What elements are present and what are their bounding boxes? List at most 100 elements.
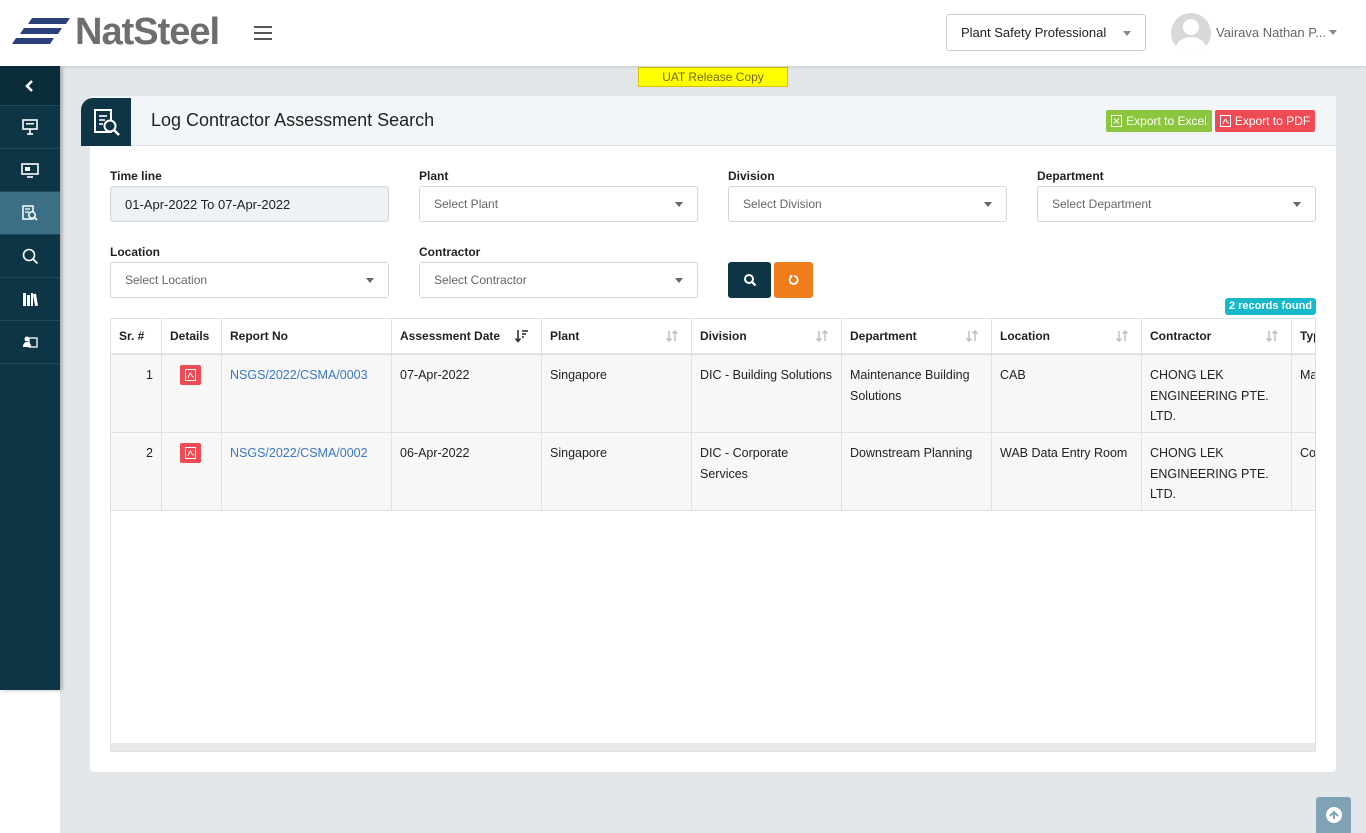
library-books-icon: [23, 293, 39, 307]
column-header-type[interactable]: Typ: [1292, 319, 1315, 353]
table-header-row: Sr. # Details Report No Assessment Date …: [111, 319, 1315, 355]
excel-file-icon: [1111, 115, 1123, 127]
page-icon: [81, 98, 131, 146]
export-pdf-button[interactable]: Export to PDF: [1215, 110, 1315, 132]
user-menu-chevron-icon[interactable]: [1329, 30, 1337, 35]
cell-details: [162, 355, 222, 432]
user-card-icon: [23, 336, 38, 348]
cell-division: DIC - Building Solutions: [692, 355, 842, 432]
column-header-department[interactable]: Department: [842, 319, 992, 353]
sidebar-bottom-blank: [0, 690, 60, 833]
pdf-download-button[interactable]: [180, 443, 201, 463]
division-label: Division: [728, 169, 775, 183]
top-header: NatSteel Plant Safety Professional Vaira…: [0, 0, 1366, 66]
pdf-file-icon: [1219, 115, 1231, 127]
page-title: Log Contractor Assessment Search: [151, 110, 435, 130]
cell-plant: Singapore: [542, 433, 692, 510]
contractor-select[interactable]: Select Contractor: [419, 262, 698, 298]
cell-location: CAB: [992, 355, 1142, 432]
pdf-download-button[interactable]: [180, 365, 201, 385]
chevron-down-icon: [984, 202, 992, 207]
plant-select[interactable]: Select Plant: [419, 186, 698, 222]
cell-department: Downstream Planning: [842, 433, 992, 510]
search-icon: [743, 274, 756, 287]
column-header-assessment-date[interactable]: Assessment Date: [392, 319, 542, 353]
search-card: Log Contractor Assessment Search Export …: [81, 96, 1336, 772]
location-label: Location: [110, 245, 160, 259]
report-link[interactable]: NSGS/2022/CSMA/0002: [230, 446, 368, 460]
natsteel-logo[interactable]: NatSteel: [12, 11, 232, 54]
location-select[interactable]: Select Location: [110, 262, 389, 298]
table-row: 2 NSGS/2022/CSMA/0002 06-Apr-2022 Singap…: [111, 433, 1315, 511]
table-row: 1 NSGS/2022/CSMA/0003 07-Apr-2022 Singap…: [111, 355, 1316, 433]
cell-division: DIC - Corporate Services: [692, 433, 842, 510]
sidebar-item-library[interactable]: [0, 278, 60, 321]
pdf-file-icon: [185, 447, 196, 459]
document-search-icon: [94, 109, 120, 136]
sidebar-item-log-search[interactable]: [0, 192, 60, 235]
search-icon: [22, 248, 39, 265]
department-select[interactable]: Select Department: [1037, 186, 1316, 222]
uat-release-banner: UAT Release Copy: [638, 67, 788, 87]
column-header-division[interactable]: Division: [692, 319, 842, 353]
column-header-location[interactable]: Location: [992, 319, 1142, 353]
search-button[interactable]: [728, 262, 771, 298]
presentation-board-icon: [22, 119, 38, 135]
export-pdf-label: Export to PDF: [1234, 114, 1311, 128]
role-select[interactable]: Plant Safety Professional: [946, 14, 1146, 51]
timeline-value: 01-Apr-2022 To 07-Apr-2022: [125, 197, 291, 212]
sort-icon[interactable]: [1115, 329, 1129, 343]
sidebar-collapse-button[interactable]: [0, 66, 60, 106]
horizontal-scrollbar[interactable]: [111, 743, 1315, 751]
export-excel-button[interactable]: Export to Excel: [1106, 110, 1212, 132]
user-name[interactable]: Vairava Nathan P...: [1216, 25, 1326, 40]
sort-icon[interactable]: [1265, 329, 1279, 343]
sidebar-item-profile[interactable]: [0, 321, 60, 364]
sort-icon[interactable]: [965, 329, 979, 343]
scroll-to-top-button[interactable]: [1316, 797, 1351, 833]
sidebar-item-dashboard[interactable]: [0, 149, 60, 192]
timeline-label: Time line: [110, 169, 162, 183]
plant-select-placeholder: Select Plant: [434, 197, 499, 211]
sidebar: [0, 66, 60, 690]
sort-icon[interactable]: [665, 329, 679, 343]
division-select-placeholder: Select Division: [743, 197, 822, 211]
department-label: Department: [1037, 169, 1104, 183]
cell-plant: Singapore: [542, 355, 692, 432]
sidebar-item-search[interactable]: [0, 235, 60, 278]
records-found-badge: 2 records found: [1225, 298, 1316, 315]
hamburger-menu-icon[interactable]: [254, 26, 272, 40]
column-header-contractor[interactable]: Contractor: [1142, 319, 1292, 353]
reset-icon: [788, 275, 799, 285]
cell-department: Maintenance Building Solutions: [842, 355, 992, 432]
cell-sr: 1: [111, 355, 162, 432]
column-header-plant[interactable]: Plant: [542, 319, 692, 353]
cell-details: [162, 433, 222, 510]
cell-report-no: NSGS/2022/CSMA/0002: [222, 433, 392, 510]
report-link[interactable]: NSGS/2022/CSMA/0003: [230, 368, 368, 382]
results-table: Sr. # Details Report No Assessment Date …: [110, 318, 1316, 752]
chevron-down-icon: [1123, 31, 1131, 36]
cell-type: Ma: [1300, 368, 1316, 382]
card-header: Log Contractor Assessment Search Export …: [81, 96, 1336, 146]
monitor-icon: [21, 163, 39, 178]
sort-descending-icon[interactable]: [515, 329, 529, 343]
logo-text: NatSteel: [75, 11, 220, 53]
sort-icon[interactable]: [815, 329, 829, 343]
department-select-placeholder: Select Department: [1052, 197, 1152, 211]
timeline-input[interactable]: 01-Apr-2022 To 07-Apr-2022: [110, 186, 389, 222]
column-header-details: Details: [162, 319, 222, 353]
contractor-label: Contractor: [419, 245, 481, 259]
column-header-report-no[interactable]: Report No: [222, 319, 392, 353]
sidebar-item-presentation[interactable]: [0, 106, 60, 149]
cell-report-no: NSGS/2022/CSMA/0003: [222, 355, 392, 432]
chevron-left-icon: [25, 79, 33, 92]
chevron-down-icon: [675, 278, 683, 283]
column-header-sr[interactable]: Sr. #: [111, 319, 162, 353]
cell-date: 07-Apr-2022: [392, 355, 542, 432]
division-select[interactable]: Select Division: [728, 186, 1007, 222]
avatar[interactable]: [1171, 13, 1211, 53]
reset-button[interactable]: [774, 262, 813, 298]
cell-date: 06-Apr-2022: [392, 433, 542, 510]
cell-sr: 2: [111, 433, 162, 510]
